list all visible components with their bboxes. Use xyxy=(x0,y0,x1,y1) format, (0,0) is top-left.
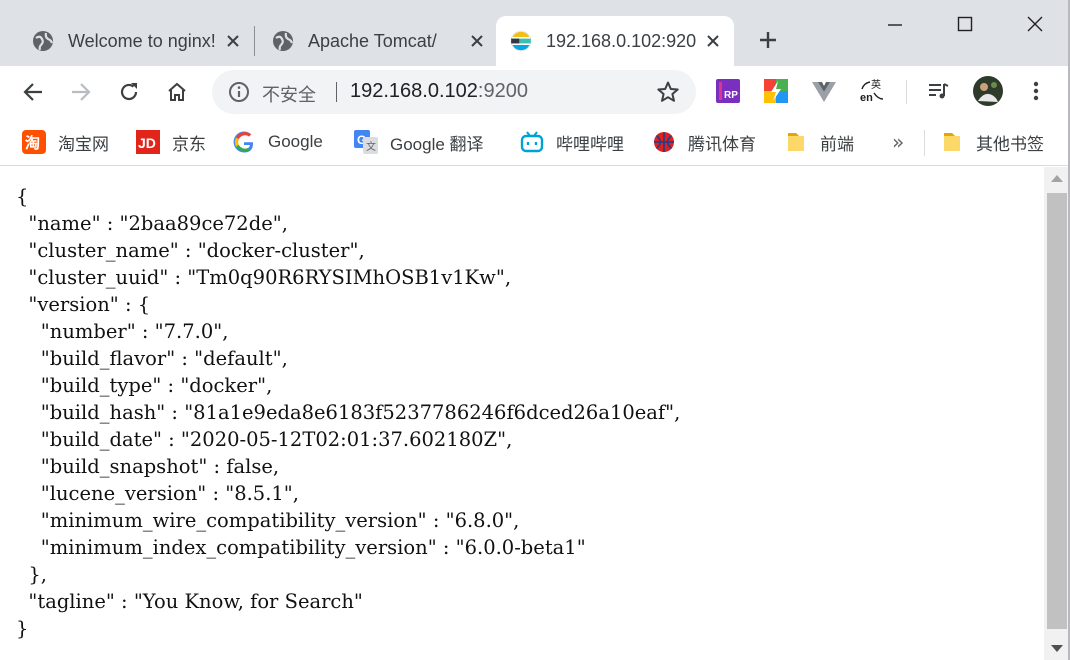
scrollbar-thumb[interactable] xyxy=(1047,193,1067,629)
bilibili-icon xyxy=(520,130,544,154)
vertical-scrollbar[interactable] xyxy=(1044,167,1070,660)
vue-devtools-icon xyxy=(812,82,836,102)
json-response-text: { "name" : "2baa89ce72de", "cluster_name… xyxy=(16,185,681,640)
rp-icon: RP xyxy=(716,79,740,103)
taobao-icon: 淘 xyxy=(22,130,46,154)
close-icon xyxy=(1027,16,1043,32)
bookmark-folder-frontend[interactable]: 前端 xyxy=(784,128,854,156)
translate-icon: 英en xyxy=(860,78,884,104)
tab-title: 192.168.0.102:9200 xyxy=(546,30,696,51)
minimize-icon xyxy=(888,24,902,26)
folder-icon xyxy=(784,130,808,154)
jd-icon: JD xyxy=(136,130,160,154)
bookmark-taobao[interactable]: 淘 淘宝网 xyxy=(22,128,109,156)
url-port: :9200 xyxy=(477,80,528,102)
bookmark-label: Google xyxy=(268,132,323,151)
tab-nginx[interactable]: Welcome to nginx! xyxy=(18,16,254,66)
forward-button[interactable] xyxy=(64,75,98,109)
back-button[interactable] xyxy=(16,75,50,109)
folder-icon xyxy=(940,130,964,154)
bookmark-jd[interactable]: JD 京东 xyxy=(136,128,206,156)
bookmark-google[interactable]: Google xyxy=(232,128,323,156)
profile-avatar-icon xyxy=(973,76,1003,106)
info-icon[interactable] xyxy=(228,81,250,103)
svg-text:文: 文 xyxy=(366,140,376,153)
address-divider xyxy=(336,82,337,102)
tab-separator xyxy=(254,26,255,56)
tab-title: Welcome to nginx! xyxy=(68,30,216,51)
scroll-down-arrow-icon[interactable] xyxy=(1051,645,1063,652)
vue-devtools-extension[interactable] xyxy=(810,77,838,105)
google-translate-icon: G文 xyxy=(354,130,378,154)
page-content: { "name" : "2baa89ce72de", "cluster_name… xyxy=(0,167,1044,660)
scroll-up-arrow-icon[interactable] xyxy=(1051,175,1063,182)
close-tab-icon[interactable] xyxy=(466,30,488,52)
maximize-icon xyxy=(957,16,973,32)
close-tab-icon[interactable] xyxy=(222,30,244,52)
elasticsearch-icon xyxy=(510,30,532,52)
profile-button[interactable] xyxy=(972,75,1004,107)
reload-button[interactable] xyxy=(112,75,146,109)
bookmark-bilibili[interactable]: 哔哩哔哩 xyxy=(520,128,624,156)
bookmarks-separator xyxy=(924,130,925,156)
close-tab-icon[interactable] xyxy=(702,30,724,52)
tab-strip: Welcome to nginx! Apache Tomcat/ 192.168… xyxy=(0,0,1070,66)
maximize-button[interactable] xyxy=(942,8,988,40)
svg-text:英: 英 xyxy=(871,78,881,91)
close-window-button[interactable] xyxy=(1012,8,1058,40)
bookmark-star-icon[interactable] xyxy=(656,80,680,104)
home-icon xyxy=(168,82,186,101)
forward-arrow-icon xyxy=(72,83,91,101)
bookmark-label: 前端 xyxy=(820,134,854,154)
reading-list-icon xyxy=(929,83,949,99)
bookmark-label: 其他书签 xyxy=(976,134,1044,154)
translate-extension[interactable]: 英 en xyxy=(858,77,886,105)
google-icon xyxy=(232,130,256,154)
tab-elasticsearch[interactable]: 192.168.0.102:9200 xyxy=(496,16,734,66)
rp-extension[interactable]: RP xyxy=(714,77,742,105)
svg-text:RP: RP xyxy=(724,90,738,101)
tab-tomcat[interactable]: Apache Tomcat/ xyxy=(258,16,498,66)
url-host: 192.168.0.102 xyxy=(350,80,478,102)
bookmark-label: 腾讯体育 xyxy=(688,134,756,154)
bookmark-google-translate[interactable]: G文 Google 翻译 xyxy=(354,128,484,156)
color-extension[interactable] xyxy=(762,77,790,105)
home-button[interactable] xyxy=(160,75,194,109)
globe-icon xyxy=(32,30,54,52)
reading-list-button[interactable] xyxy=(924,77,952,105)
bookmark-folder-other[interactable]: 其他书签 xyxy=(940,128,1044,156)
svg-text:en: en xyxy=(860,92,873,104)
bookmark-label: Google 翻译 xyxy=(390,134,484,154)
chrome-menu-button[interactable] xyxy=(1022,77,1050,105)
back-arrow-icon xyxy=(23,83,42,101)
url-text[interactable]: 192.168.0.102:9200 xyxy=(350,80,528,103)
bookmark-label: 哔哩哔哩 xyxy=(556,134,624,154)
svg-text:淘: 淘 xyxy=(24,134,40,152)
menu-icon xyxy=(1033,81,1039,101)
browser-toolbar: 不安全 192.168.0.102:9200 RP 英 en xyxy=(0,66,1070,118)
toolbar-separator xyxy=(906,80,907,104)
new-tab-button[interactable] xyxy=(752,24,784,56)
bookmarks-bar: 淘 淘宝网 JD 京东 Google G文 Google 翻译 哔哩哔哩 腾讯体… xyxy=(0,118,1070,166)
svg-text:JD: JD xyxy=(138,135,156,151)
globe-icon xyxy=(272,30,294,52)
bookmarks-overflow-button[interactable]: » xyxy=(892,130,904,154)
security-label: 不安全 xyxy=(262,85,316,106)
tencent-sports-icon xyxy=(652,130,676,154)
color-app-icon xyxy=(764,79,788,103)
minimize-button[interactable] xyxy=(872,8,918,40)
address-bar[interactable]: 不安全 192.168.0.102:9200 xyxy=(212,70,696,114)
bookmark-tencent-sports[interactable]: 腾讯体育 xyxy=(652,128,756,156)
bookmark-label: 淘宝网 xyxy=(58,134,109,154)
reload-icon xyxy=(120,83,138,101)
bookmark-label: 京东 xyxy=(172,134,206,154)
plus-icon xyxy=(760,32,776,48)
tab-title: Apache Tomcat/ xyxy=(308,30,437,51)
